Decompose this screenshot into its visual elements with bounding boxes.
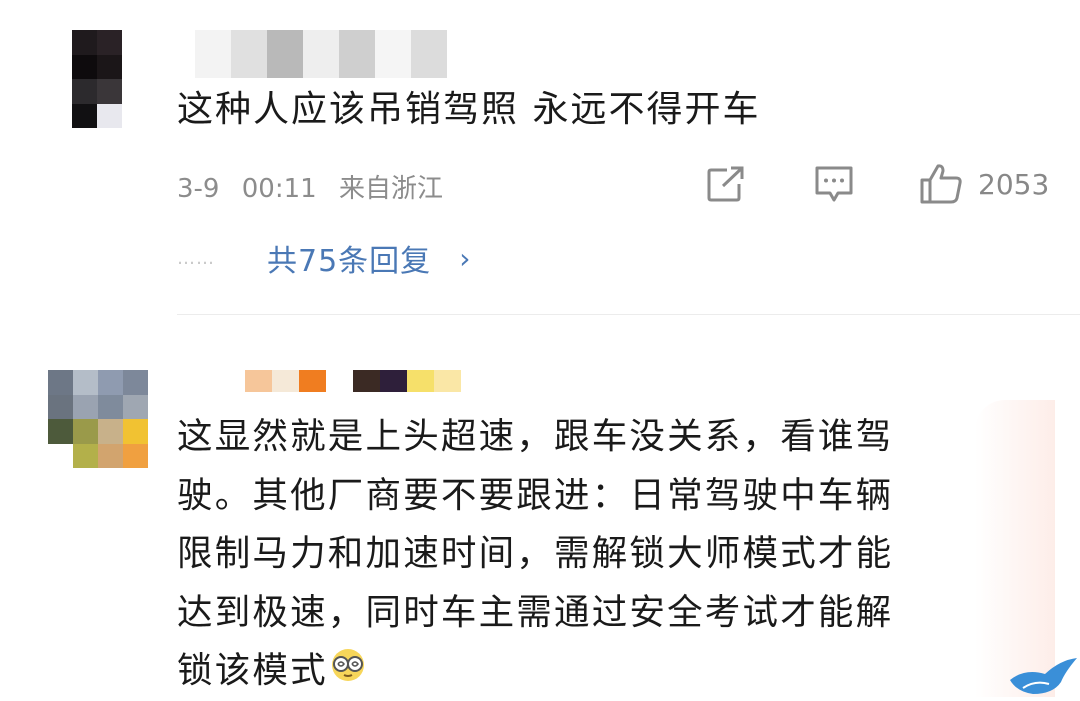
username-pixel bbox=[434, 370, 461, 392]
comment-line: 达到极速，同时车主需通过安全考试才能解 bbox=[177, 591, 894, 633]
avatar-pixel bbox=[123, 419, 148, 444]
username-pixel bbox=[326, 370, 353, 392]
avatar-pixel bbox=[73, 394, 98, 419]
username[interactable] bbox=[218, 370, 461, 392]
avatar-pixel bbox=[123, 370, 148, 395]
avatar-pixel bbox=[73, 419, 98, 444]
username-pixel bbox=[407, 370, 434, 392]
avatar-pixel bbox=[48, 443, 73, 468]
comment-line: 限制马力和加速时间，需解锁大师模式才能 bbox=[177, 533, 894, 574]
username-pixel bbox=[272, 370, 299, 392]
comment-line: 这显然就是上头超速，跟车没关系，看谁驾 bbox=[177, 416, 894, 457]
comment-text: 这显然就是上头超速，跟车没关系，看谁驾 驶。其他厂商要不要跟进：日常驾驶中车辆 … bbox=[177, 408, 1017, 701]
comment-line-last: 锁该模式 bbox=[177, 642, 1017, 701]
avatar-pixel bbox=[48, 419, 73, 444]
avatar-pixel bbox=[123, 394, 148, 419]
avatar-pixel bbox=[98, 394, 123, 419]
username-pixel bbox=[380, 370, 407, 392]
avatar-pixel bbox=[98, 370, 123, 395]
avatar-pixel bbox=[98, 419, 123, 444]
avatar-pixel bbox=[73, 370, 98, 395]
dizzy-glasses-emoji-icon bbox=[330, 643, 366, 701]
username-pixel bbox=[218, 370, 245, 392]
avatar-pixel bbox=[48, 370, 73, 395]
avatar[interactable] bbox=[48, 370, 148, 468]
comment-line: 驶。其他厂商要不要跟进：日常驾驶中车辆 bbox=[177, 474, 894, 516]
avatar-pixel bbox=[98, 443, 123, 468]
avatar-pixel bbox=[48, 394, 73, 419]
username-pixel bbox=[245, 370, 272, 392]
username-pixel bbox=[353, 370, 380, 392]
avatar-pixel bbox=[73, 443, 98, 468]
avatar-pixel bbox=[123, 443, 148, 468]
comment-line: 锁该模式 bbox=[177, 650, 328, 691]
username-pixel bbox=[299, 370, 326, 392]
bird-decoration-icon bbox=[1005, 650, 1080, 701]
comment-item: 这显然就是上头超速，跟车没关系，看谁驾 驶。其他厂商要不要跟进：日常驾驶中车辆 … bbox=[0, 0, 1080, 691]
